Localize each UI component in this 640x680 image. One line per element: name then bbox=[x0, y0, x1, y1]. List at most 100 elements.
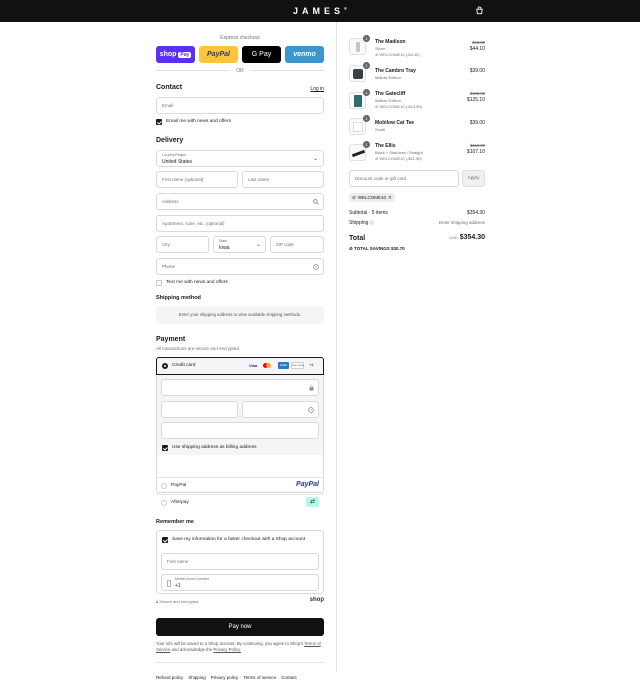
subtotal-label: Subtotal · 5 items bbox=[349, 210, 388, 216]
shop-logo: shop bbox=[309, 597, 324, 603]
security-code-field[interactable]: ? bbox=[242, 401, 319, 418]
credit-card-label: Credit card bbox=[172, 363, 196, 368]
email-news-checkbox[interactable] bbox=[156, 119, 162, 125]
product-name: Mobilow Cat Tee bbox=[375, 120, 415, 126]
paypal-option[interactable]: PayPal PayPal bbox=[156, 478, 324, 494]
tag-icon: ⊘ bbox=[375, 104, 379, 109]
credit-card-radio[interactable] bbox=[162, 363, 168, 369]
item-price: $44.10 bbox=[469, 46, 485, 52]
billing-address-checkbox[interactable] bbox=[162, 445, 168, 451]
quantity-badge: 1 bbox=[363, 35, 370, 42]
address-field[interactable]: Address bbox=[156, 193, 324, 210]
discount-code-field[interactable]: Discount code or gift card bbox=[349, 170, 459, 187]
product-name: The Ellis bbox=[375, 143, 396, 149]
pay-now-button[interactable]: Pay now bbox=[156, 618, 324, 636]
close-icon[interactable]: ✕ bbox=[388, 193, 392, 202]
product-variant: Black + Stainless / Straight bbox=[375, 150, 423, 155]
product-variant: Mallow Edition bbox=[375, 98, 401, 103]
paypal-button[interactable]: PayPal bbox=[199, 46, 238, 63]
brand-logo[interactable]: JAMES® bbox=[0, 6, 640, 16]
mobile-phone-field[interactable]: Mobile phone number +1 bbox=[161, 574, 319, 591]
express-checkout-label: Express checkout bbox=[220, 35, 260, 41]
google-pay-button[interactable]: G Pay bbox=[242, 46, 281, 63]
subtotal-value: $354.30 bbox=[466, 210, 485, 216]
remember-me-box: Save my information for a faster checkou… bbox=[156, 530, 324, 594]
text-news-checkbox[interactable] bbox=[156, 280, 162, 286]
footer-divider bbox=[156, 662, 324, 663]
expiry-field[interactable] bbox=[161, 401, 238, 418]
product-discount: ⊘ WELCOME10 (-$4.40) bbox=[375, 52, 420, 57]
remember-first-name-field[interactable]: First name bbox=[161, 553, 319, 570]
text-news-label: Text me with news and offers bbox=[166, 280, 228, 285]
item-price: $39.00 bbox=[469, 120, 485, 126]
privacy-policy-link[interactable]: Privacy policy bbox=[211, 675, 239, 680]
lock-icon: 🔒︎ bbox=[156, 599, 159, 604]
last-name-field[interactable]: Last name bbox=[242, 171, 324, 188]
first-name-field[interactable]: First name (optional) bbox=[156, 171, 238, 188]
paypal-radio[interactable] bbox=[161, 483, 167, 489]
help-icon[interactable]: ? bbox=[308, 407, 314, 413]
product-variant: Mallow Edition bbox=[375, 75, 401, 80]
venmo-button[interactable]: venmo bbox=[285, 46, 324, 63]
afterpay-option[interactable]: Afterpay ⇄ bbox=[156, 495, 324, 511]
paypal-label: PayPal bbox=[171, 483, 187, 488]
product-name: The Madison bbox=[375, 39, 406, 45]
quantity-badge: 1 bbox=[363, 62, 370, 69]
phone-field[interactable]: Phone ? bbox=[156, 258, 324, 275]
product-name: The Cambro Tray bbox=[375, 68, 416, 74]
help-icon[interactable]: ? bbox=[313, 264, 319, 270]
shop-pay-button[interactable]: shop Pay bbox=[156, 46, 195, 63]
afterpay-radio[interactable] bbox=[161, 500, 167, 506]
shipping-value: Enter shipping address bbox=[438, 220, 485, 225]
afterpay-icon: ⇄ bbox=[306, 497, 319, 507]
top-bar: JAMES® bbox=[0, 0, 640, 22]
credit-card-option[interactable]: Credit card Visa AMEX DISCOVER +4 bbox=[156, 357, 324, 375]
product-name: The Gatecliff bbox=[375, 91, 406, 97]
afterpay-label: Afterpay bbox=[171, 500, 189, 505]
item-price: $39.00 bbox=[469, 68, 485, 74]
city-field[interactable]: City bbox=[156, 236, 209, 253]
refund-policy-link[interactable]: Refund policy bbox=[156, 675, 183, 680]
tag-icon: ⊘ bbox=[375, 156, 379, 161]
item-price: $125.10 bbox=[466, 97, 485, 103]
or-label: OR bbox=[236, 68, 244, 74]
total-label: Total bbox=[349, 235, 366, 242]
card-details-panel: ? Use shipping address as billing addres… bbox=[156, 375, 324, 455]
help-icon[interactable]: ⓘ bbox=[370, 220, 374, 225]
lock-icon bbox=[309, 385, 314, 391]
apply-button[interactable]: Apply bbox=[462, 170, 485, 187]
footer-links: Refund policy Shipping Privacy policy Te… bbox=[156, 675, 297, 680]
quantity-badge: 1 bbox=[363, 115, 370, 122]
zip-field[interactable]: ZIP code bbox=[270, 236, 324, 253]
product-discount: ⊘ WELCOME10 (-$11.90) bbox=[375, 156, 422, 161]
cart-icon[interactable] bbox=[475, 6, 484, 15]
tag-icon: ⊘ bbox=[375, 52, 379, 57]
state-select[interactable]: State Iowa ⌄ bbox=[213, 236, 266, 253]
email-news-label: Email me with news and offers bbox=[166, 119, 231, 124]
chevron-down-icon: ⌄ bbox=[255, 242, 261, 248]
tag-icon: ⊘ bbox=[352, 195, 356, 200]
name-on-card-field[interactable] bbox=[161, 422, 319, 439]
privacy-link[interactable]: Privacy Policy. bbox=[213, 647, 241, 652]
amex-icon: AMEX bbox=[278, 362, 289, 369]
save-info-label: Save my information for a faster checkou… bbox=[172, 537, 306, 542]
product-variant: Small bbox=[375, 127, 386, 132]
chevron-down-icon: ⌄ bbox=[312, 156, 318, 162]
billing-address-label: Use shipping address as billing address bbox=[172, 445, 257, 450]
country-select[interactable]: Country/Region United States ⌄ bbox=[156, 150, 324, 167]
search-icon bbox=[313, 199, 319, 205]
payment-subtitle: All transactions are secure and encrypte… bbox=[156, 346, 241, 351]
apartment-field[interactable]: Apartment, suite, etc. (optional) bbox=[156, 215, 324, 232]
shipping-link[interactable]: Shipping bbox=[188, 675, 206, 680]
contact-heading: Contact bbox=[156, 84, 183, 91]
contact-link[interactable]: Contact bbox=[281, 675, 297, 680]
shipping-method-notice: Enter your shipping address to view avai… bbox=[156, 306, 324, 324]
terms-of-service-link[interactable]: Terms of service bbox=[243, 675, 276, 680]
tag-icon: ⊘ bbox=[349, 246, 353, 251]
email-field[interactable]: Email bbox=[156, 97, 324, 114]
save-info-checkbox[interactable] bbox=[162, 537, 168, 543]
shipping-label: Shipping ⓘ bbox=[349, 220, 374, 226]
login-link[interactable]: Log in bbox=[310, 86, 324, 92]
card-number-field[interactable] bbox=[161, 379, 319, 396]
product-variant: Silver bbox=[375, 46, 386, 51]
